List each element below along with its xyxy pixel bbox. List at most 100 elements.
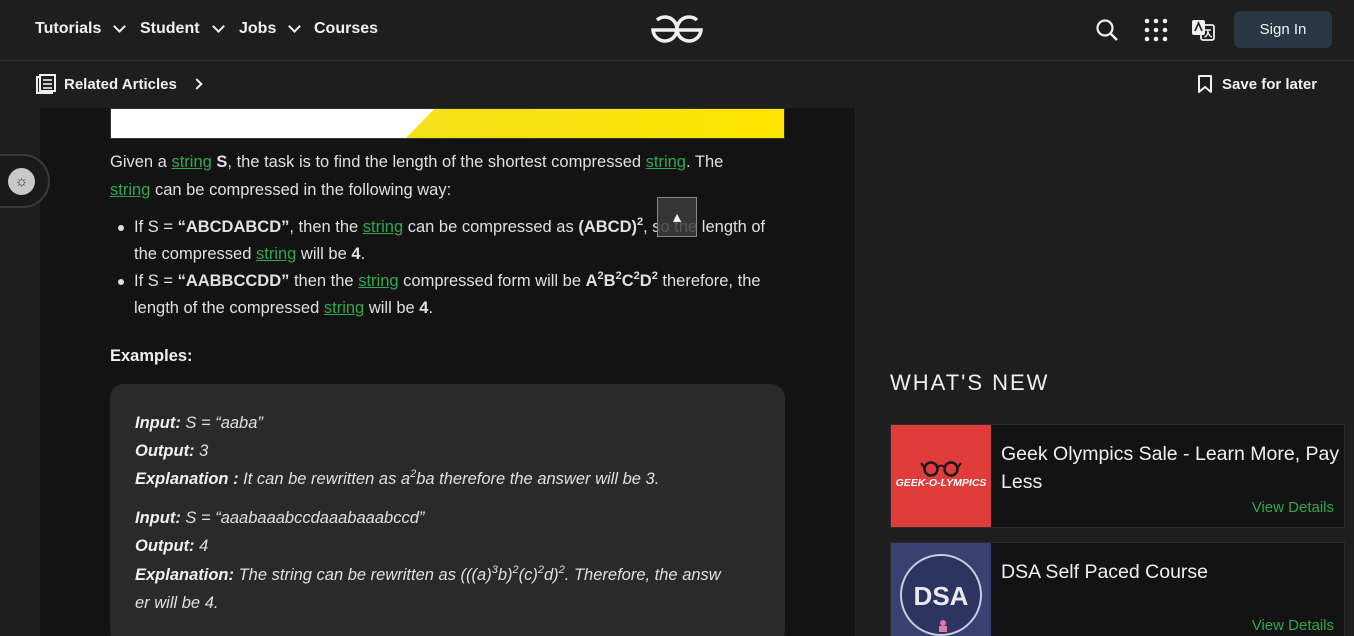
input-value: S = “aaba”	[180, 414, 263, 432]
string-link[interactable]: string	[110, 181, 150, 199]
nav-tutorials[interactable]: Tutorials	[35, 20, 127, 38]
example1-explanation: Explanation : It can be rewritten as a2b…	[135, 465, 659, 493]
nav-courses-label: Courses	[314, 20, 379, 37]
whats-new-card[interactable]: GEEK-O-LYMPICS Geek Olympics Sale - Lear…	[890, 424, 1345, 528]
related-articles-button[interactable]: Related Articles	[36, 74, 203, 94]
example2-explanation: Explanation: The string can be rewritten…	[135, 561, 721, 589]
bullet-text: the compressed	[134, 245, 256, 263]
bullet-text: .	[428, 299, 434, 317]
sun-icon: ☼	[8, 168, 35, 195]
nav-jobs-label: Jobs	[239, 20, 277, 37]
intro-text: . The	[686, 153, 724, 171]
string-link[interactable]: string	[358, 272, 398, 290]
save-for-later-button[interactable]: Save for later	[1197, 74, 1317, 94]
nav-student[interactable]: Student	[140, 20, 225, 38]
bullet-bold: “AABBCCDD”	[177, 272, 290, 290]
bullet-bold: “ABCDABCD”	[177, 218, 290, 236]
dsa-course-image: DSA	[891, 543, 991, 636]
svg-text:GEEK-O-LYMPICS: GEEK-O-LYMPICS	[896, 477, 987, 489]
intro-line-2: string can be compressed in the followin…	[110, 176, 451, 204]
whats-new-heading: WHAT'S NEW	[890, 370, 1050, 395]
top-navbar: Tutorials Student Jobs Courses Sign In	[0, 0, 1354, 61]
bullet-dot	[118, 279, 124, 285]
explanation-text: d)	[544, 566, 559, 584]
bullet-text: compressed form will be	[398, 272, 586, 290]
form-letter: D	[639, 272, 652, 290]
list-item: If S = “AABBCCDD” then the string compre…	[118, 268, 784, 322]
whats-new-card[interactable]: DSA DSA Self Paced Course View Details	[890, 542, 1345, 636]
scroll-to-top-button[interactable]: ▲	[657, 197, 697, 237]
view-details-link[interactable]: View Details	[1252, 617, 1334, 634]
apps-grid-icon[interactable]	[1143, 17, 1169, 43]
card-title[interactable]: Geek Olympics Sale - Learn More, Pay Les…	[1001, 440, 1341, 496]
nav-jobs[interactable]: Jobs	[239, 20, 302, 38]
bullet-text: If S =	[134, 272, 178, 290]
search-icon[interactable]	[1094, 17, 1120, 43]
string-link[interactable]: string	[171, 153, 211, 171]
sign-in-button[interactable]: Sign In	[1234, 11, 1332, 48]
output-value: 4	[194, 537, 209, 555]
nav-student-label: Student	[140, 20, 200, 37]
explanation-text: (c)	[518, 566, 538, 584]
explanation-text: The string can be rewritten as (((a)	[234, 566, 492, 584]
bullet-text: , then the	[289, 218, 363, 236]
bullet-text: If S =	[134, 218, 178, 236]
input-label: Input:	[135, 509, 181, 527]
string-link[interactable]: string	[363, 218, 403, 236]
bullet-text: therefore, the	[657, 272, 761, 290]
output-value: 3	[194, 442, 209, 460]
bullet-text: will be	[296, 245, 352, 263]
intro-bold-s: S	[211, 153, 228, 171]
form-letter: B	[603, 272, 616, 290]
output-label: Output:	[135, 537, 195, 555]
svg-text:DSA: DSA	[914, 581, 969, 611]
chevron-right-icon	[191, 78, 203, 90]
view-details-link[interactable]: View Details	[1252, 499, 1334, 516]
article-subnav: Related Articles Save for later	[0, 61, 1354, 108]
save-for-later-label: Save for later	[1222, 75, 1318, 93]
explanation-text: ba therefore the answer will be 3.	[416, 470, 660, 488]
gfg-logo-icon[interactable]	[649, 14, 705, 46]
explanation-text: It can be rewritten as a	[238, 470, 411, 488]
intro-text: , the task is to find the length of the …	[227, 153, 646, 171]
nav-courses[interactable]: Courses	[314, 20, 378, 38]
string-link[interactable]: string	[256, 245, 296, 263]
chevron-down-icon	[288, 20, 302, 33]
explanation-text: b)	[497, 566, 513, 584]
intro-text: Given a	[110, 153, 172, 171]
input-label: Input:	[135, 414, 181, 432]
examples-heading: Examples:	[110, 347, 193, 365]
geek-olympics-image: GEEK-O-LYMPICS	[891, 425, 991, 527]
bullet-text: length of the compressed	[134, 299, 324, 317]
translate-icon[interactable]	[1190, 17, 1216, 43]
example2-input: Input: S = “aaabaaabccdaaabaaabccd”	[135, 504, 424, 532]
intro-line-1: Given a string S, the task is to find th…	[110, 148, 723, 176]
article-banner-image	[110, 108, 785, 139]
example2-output: Output: 4	[135, 532, 208, 560]
compressed-form: A2B2C2D2	[585, 271, 658, 291]
example2-explanation-cont: er will be 4.	[135, 594, 219, 612]
form-letter: A	[585, 272, 598, 290]
output-label: Output:	[135, 442, 195, 460]
banner-yellow-shape	[404, 109, 784, 138]
string-link[interactable]: string	[646, 153, 686, 171]
chevron-down-icon	[113, 20, 127, 33]
string-link[interactable]: string	[324, 299, 364, 317]
intro-text: can be compressed in the following way:	[150, 181, 452, 199]
articles-icon	[36, 74, 56, 94]
bookmark-icon	[1198, 75, 1212, 93]
related-articles-label: Related Articles	[64, 75, 177, 93]
bullet-bold: 4	[351, 245, 361, 263]
input-value: S = “aaabaaabccdaaabaaabccd”	[180, 509, 425, 527]
bullet-text: will be	[364, 299, 420, 317]
explanation-text: . Therefore, the answ	[564, 566, 721, 584]
bullet-text: .	[360, 245, 366, 263]
bullet-dot	[118, 225, 124, 231]
explanation-label: Explanation:	[135, 566, 235, 584]
chevron-down-icon	[211, 20, 225, 33]
card-title[interactable]: DSA Self Paced Course	[1001, 558, 1341, 586]
form-letter: C	[621, 272, 634, 290]
nav-tutorials-label: Tutorials	[35, 20, 102, 37]
example1-output: Output: 3	[135, 437, 208, 465]
bullet-bold: (ABCD)	[578, 218, 637, 236]
